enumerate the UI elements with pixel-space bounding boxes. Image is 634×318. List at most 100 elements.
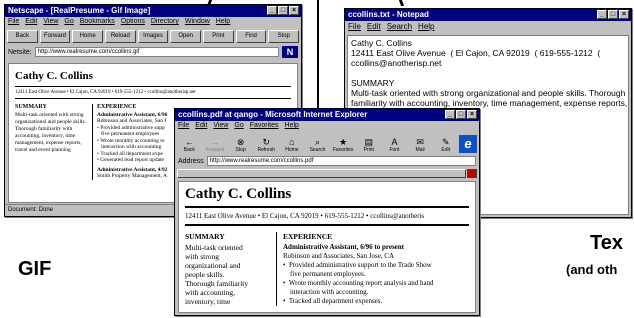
menu-view[interactable]: View bbox=[43, 18, 58, 27]
back-button[interactable]: Back bbox=[7, 30, 38, 43]
job1-title: Administrative Assistant, 6/96 to presen… bbox=[283, 243, 405, 251]
font-icon: A bbox=[391, 137, 398, 147]
close-button[interactable]: × bbox=[289, 6, 299, 15]
summary-line: with strong bbox=[185, 252, 219, 261]
forward-arrow-icon: → bbox=[210, 137, 220, 147]
minimize-button[interactable]: _ bbox=[445, 110, 455, 119]
font-button[interactable]: A Font bbox=[382, 137, 407, 153]
job1-bullet: • Tracked all department expenses. bbox=[283, 297, 383, 305]
ie-toolbar: ← Back → Forward ⊗ Stop ↻ Refresh ⌂ Home ⌕ Sea… bbox=[175, 132, 479, 154]
netscape-logo-icon: N bbox=[282, 46, 298, 58]
notepad-title: ccollins.txt - Notepad bbox=[348, 10, 429, 19]
resume-contact: 12411 East Olive Avenue • El Cajon, CA 9… bbox=[15, 90, 196, 95]
find-button[interactable]: Find bbox=[235, 30, 267, 43]
mail-button[interactable]: ✉ Mail bbox=[408, 137, 433, 153]
text-label: Tex bbox=[590, 232, 623, 254]
stop-button[interactable]: Stop bbox=[268, 30, 300, 43]
menu-bookmarks[interactable]: Bookmarks bbox=[80, 18, 115, 27]
mail-icon: ✉ bbox=[416, 137, 424, 147]
maximize-button[interactable]: □ bbox=[278, 6, 288, 15]
stop-icon: ⊗ bbox=[236, 137, 245, 147]
open-button[interactable]: Open bbox=[170, 30, 202, 43]
forward-button[interactable]: Forward bbox=[39, 30, 71, 43]
home-button[interactable]: Home bbox=[72, 30, 104, 43]
resume-contact: 12411 East Olive Avenue • El Cajon, CA 9… bbox=[185, 212, 425, 220]
summary-line: Thorough familiarity bbox=[185, 279, 249, 288]
status-text: Document: Done bbox=[8, 207, 54, 213]
menu-help[interactable]: Help bbox=[285, 122, 299, 131]
menu-edit[interactable]: Edit bbox=[195, 122, 207, 131]
forward-button[interactable]: → Forward bbox=[203, 137, 228, 153]
summary-line: organizational and bbox=[185, 261, 241, 270]
edit-icon: ✎ bbox=[441, 137, 450, 147]
job1-bullet: interaction with accounting. bbox=[283, 288, 369, 296]
refresh-button[interactable]: ↻ Refresh bbox=[254, 137, 279, 153]
notepad-titlebar[interactable]: ccollins.txt - Notepad _ □ × bbox=[345, 9, 631, 21]
job1-bullet: • Provided administrative support to the… bbox=[283, 261, 432, 269]
text-line: Multi-task oriented with strong organiza… bbox=[351, 88, 626, 98]
pdf-document: Cathy C. Collins 12411 East Olive Avenue… bbox=[178, 181, 476, 313]
favorites-button[interactable]: ★ Favorites bbox=[331, 137, 356, 153]
arrow-to-pdf bbox=[317, 0, 319, 110]
menu-search[interactable]: Search bbox=[387, 22, 412, 32]
resume-name: Cathy C. Collins bbox=[185, 186, 292, 202]
menu-help[interactable]: Help bbox=[418, 22, 434, 32]
reload-button[interactable]: Reload bbox=[105, 30, 136, 43]
acrobat-tool-strip[interactable] bbox=[177, 169, 466, 178]
ie-address-bar: Address http://www.realresume.com/ccolli… bbox=[175, 154, 479, 168]
menu-edit[interactable]: Edit bbox=[25, 18, 37, 27]
summary-text: Multi-task oriented with strong organiza… bbox=[15, 112, 87, 153]
job1-bullet: five permanent employees. bbox=[283, 270, 366, 278]
menu-options[interactable]: Options bbox=[121, 18, 145, 27]
back-button[interactable]: ← Back bbox=[177, 137, 202, 153]
gif-label: GIF bbox=[18, 258, 52, 280]
arrow-to-text bbox=[398, 0, 405, 6]
minimize-button[interactable]: _ bbox=[597, 10, 607, 19]
images-button[interactable]: Images bbox=[137, 30, 169, 43]
menu-edit[interactable]: Edit bbox=[367, 22, 381, 32]
maximize-button[interactable]: □ bbox=[608, 10, 618, 19]
ie-titlebar[interactable]: ccollins.pdf at qango - Microsoft Intern… bbox=[175, 109, 479, 121]
print-icon: ▤ bbox=[364, 137, 374, 147]
menu-directory[interactable]: Directory bbox=[151, 18, 179, 27]
print-button[interactable]: Print bbox=[203, 30, 234, 43]
home-button[interactable]: ⌂ Home bbox=[280, 137, 305, 153]
location-label: Netsite: bbox=[8, 48, 32, 56]
stop-button[interactable]: ⊗ Stop bbox=[228, 137, 253, 153]
job1-bullet: • Wrote monthly accounting report analys… bbox=[283, 279, 434, 287]
print-button[interactable]: ▤ Print bbox=[356, 137, 381, 153]
summary-line: people skills. bbox=[185, 270, 225, 279]
netscape-titlebar[interactable]: Netscape - [RealPresume - Gif Image] _ □… bbox=[5, 5, 301, 17]
menu-help[interactable]: Help bbox=[216, 18, 230, 27]
close-button[interactable]: × bbox=[619, 10, 629, 19]
netscape-location-bar: Netsite: http://www.realresume.com/ccoll… bbox=[5, 45, 301, 59]
menu-view[interactable]: View bbox=[213, 122, 228, 131]
favorites-icon: ★ bbox=[339, 137, 348, 147]
menu-file[interactable]: File bbox=[178, 122, 189, 131]
minimize-button[interactable]: _ bbox=[267, 6, 277, 15]
text-line: ccollins@anotherisp.net bbox=[351, 58, 442, 68]
experience-heading: EXPERIENCE bbox=[283, 232, 333, 241]
menu-file[interactable]: File bbox=[8, 18, 19, 27]
maximize-button[interactable]: □ bbox=[456, 110, 466, 119]
search-button[interactable]: ⌕ Search bbox=[305, 137, 330, 153]
netscape-toolbar: Back Forward Home Reload Images Open Pri… bbox=[5, 28, 301, 45]
location-input[interactable]: http://www.realresume.com/ccollins.gif bbox=[34, 47, 279, 57]
menu-go[interactable]: Go bbox=[64, 18, 73, 27]
address-input[interactable]: http://www.realresume.com/ccollins.pdf bbox=[206, 156, 476, 166]
acrobat-red-icon[interactable] bbox=[467, 169, 477, 178]
menu-go[interactable]: Go bbox=[234, 122, 243, 131]
netscape-title: Netscape - [RealPresume - Gif Image] bbox=[8, 6, 151, 15]
menu-file[interactable]: File bbox=[348, 22, 361, 32]
search-icon: ⌕ bbox=[315, 137, 321, 147]
summary-line: inventory, time bbox=[185, 297, 231, 306]
menu-window[interactable]: Window bbox=[185, 18, 210, 27]
menu-favorites[interactable]: Favorites bbox=[250, 122, 279, 131]
summary-heading: SUMMARY bbox=[185, 232, 225, 241]
close-button[interactable]: × bbox=[467, 110, 477, 119]
summary-heading: SUMMARY bbox=[15, 104, 47, 110]
job1-org: Robinson and Associates, San Jose, CA bbox=[283, 252, 395, 260]
edit-button[interactable]: ✎ Edit bbox=[433, 137, 458, 153]
text-line: Cathy C. Collins bbox=[351, 38, 412, 48]
refresh-icon: ↻ bbox=[262, 137, 271, 147]
